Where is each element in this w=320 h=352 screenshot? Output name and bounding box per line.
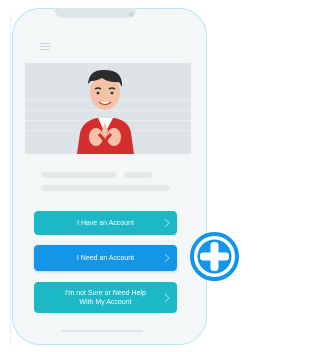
home-indicator: [61, 330, 143, 332]
hero-image: [25, 63, 191, 154]
need-help-button[interactable]: I'm not Sure or Need Help With My Accoun…: [34, 282, 177, 313]
person-illustration: [77, 69, 134, 154]
need-account-button[interactable]: I Need an Account: [34, 245, 177, 271]
need-help-line-1: I'm not Sure or Need Help: [65, 289, 146, 297]
chevron-right-icon: [164, 253, 170, 263]
have-account-button[interactable]: I Have an Account: [34, 211, 177, 235]
chevron-right-icon: [164, 218, 170, 228]
skeleton-line-1: [41, 172, 117, 178]
screen: I Have an Account I Need an Account I'm …: [0, 0, 241, 352]
chevron-right-icon: [164, 293, 170, 302]
phone-outline-accent: [10, 15, 11, 345]
have-account-label: I Have an Account: [77, 219, 134, 227]
skeleton-line-3: [41, 185, 170, 191]
need-account-label: I Need an Account: [76, 254, 135, 262]
menu-icon[interactable]: [40, 43, 50, 51]
need-help-label: I'm not Sure or Need Help With My Accoun…: [65, 289, 146, 307]
phone-notch: [54, 8, 137, 18]
skeleton-line-2: [124, 172, 152, 178]
need-help-line-2: With My Account: [79, 298, 132, 306]
camera-dot: [129, 12, 134, 17]
plus-icon[interactable]: [190, 232, 239, 281]
